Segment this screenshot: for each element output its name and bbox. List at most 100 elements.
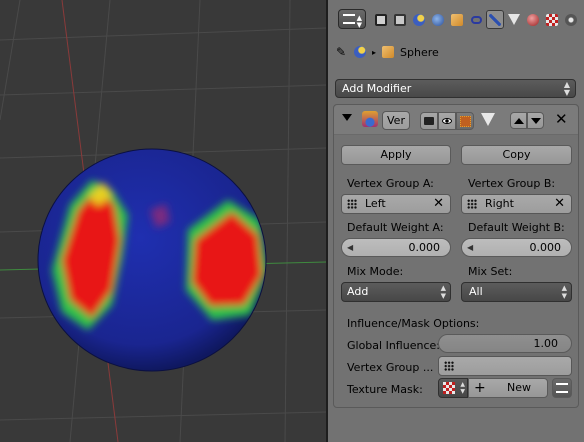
pin-icon[interactable]: ✎ bbox=[336, 46, 348, 58]
editmode-icon bbox=[460, 116, 471, 127]
texture-coords-icon bbox=[556, 383, 568, 393]
properties-header: ▲ ▼ bbox=[328, 0, 584, 38]
mix-mode-value: Add bbox=[347, 285, 369, 298]
constraints-icon bbox=[470, 15, 482, 24]
render-layers-icon bbox=[394, 13, 406, 26]
eye-icon bbox=[442, 118, 452, 124]
world-icon bbox=[432, 13, 444, 26]
global-influence-label: Global Influence: bbox=[347, 339, 440, 352]
copy-label: Copy bbox=[502, 148, 531, 161]
object-icon bbox=[451, 13, 463, 26]
default-weight-a-field[interactable]: ◀ 0.000 bbox=[341, 238, 451, 257]
editmode-toggle-button[interactable] bbox=[456, 112, 474, 130]
scene-icon bbox=[354, 46, 366, 58]
texture-icon bbox=[546, 13, 558, 26]
mix-set-dropdown[interactable]: All ▲ ▼ bbox=[461, 282, 572, 302]
tab-render[interactable] bbox=[372, 10, 390, 29]
3d-viewport[interactable] bbox=[0, 0, 326, 442]
chevron-down-icon: ▲ ▼ bbox=[356, 14, 362, 29]
global-influence-field[interactable]: 1.00 bbox=[438, 334, 572, 353]
default-weight-b-label: Default Weight B: bbox=[468, 221, 565, 234]
new-texture-button[interactable]: + New bbox=[468, 378, 548, 398]
viewport-toggle-button[interactable] bbox=[438, 112, 456, 130]
clear-icon[interactable]: ✕ bbox=[554, 195, 565, 213]
vertex-group-b-field[interactable]: Right ✕ bbox=[461, 194, 572, 214]
default-weight-a-label: Default Weight A: bbox=[347, 221, 444, 234]
render-icon bbox=[375, 13, 387, 26]
context-tabs bbox=[372, 10, 580, 30]
clear-icon[interactable]: ✕ bbox=[433, 195, 444, 213]
properties-editor: ▲ ▼ ✎ ▸ Sphere Add Modifier ▲ ▼ Ver ✕ Ap… bbox=[328, 0, 584, 442]
arrow-up-icon bbox=[514, 118, 524, 124]
object-icon bbox=[382, 46, 395, 58]
vertex-group-b-value: Right bbox=[485, 197, 514, 210]
tab-render-layers[interactable] bbox=[391, 10, 409, 29]
move-up-button[interactable] bbox=[510, 112, 527, 129]
chevron-updown-icon: ▲ ▼ bbox=[561, 284, 567, 300]
vertex-group-icon bbox=[467, 199, 477, 209]
mix-mode-label: Mix Mode: bbox=[347, 265, 404, 278]
texture-coords-button[interactable] bbox=[552, 378, 572, 398]
render-toggle-button[interactable] bbox=[420, 112, 438, 130]
mix-set-label: Mix Set: bbox=[468, 265, 513, 278]
vertex-group-mask-label: Vertex Group ... bbox=[347, 361, 434, 374]
texture-browse-button[interactable]: ▲ ▼ bbox=[438, 378, 468, 398]
tab-material[interactable] bbox=[524, 10, 542, 29]
tab-object-data[interactable] bbox=[505, 10, 523, 29]
tab-constraints[interactable] bbox=[467, 10, 485, 29]
chevron-right-icon: ▸ bbox=[372, 47, 377, 57]
plus-icon: + bbox=[474, 380, 486, 396]
breadcrumb: ✎ ▸ Sphere bbox=[336, 42, 439, 62]
vertex-group-a-field[interactable]: Left ✕ bbox=[341, 194, 451, 214]
new-label: New bbox=[507, 381, 531, 394]
apply-label: Apply bbox=[380, 148, 412, 161]
close-icon[interactable]: ✕ bbox=[555, 110, 568, 128]
arrow-down-icon bbox=[531, 118, 541, 124]
apply-button[interactable]: Apply bbox=[341, 145, 451, 165]
texture-mask-label: Texture Mask: bbox=[347, 383, 423, 396]
modifier-name-field[interactable]: Ver bbox=[382, 111, 410, 130]
tab-object[interactable] bbox=[448, 10, 466, 29]
tab-world[interactable] bbox=[429, 10, 447, 29]
object-data-icon bbox=[508, 14, 520, 25]
global-influence-value: 1.00 bbox=[533, 337, 559, 350]
add-modifier-label: Add Modifier bbox=[342, 82, 412, 95]
vertex-group-icon bbox=[347, 199, 357, 209]
modifier-header: Ver ✕ bbox=[334, 105, 578, 135]
chevron-updown-icon: ▲ ▼ bbox=[563, 80, 570, 97]
chevron-updown-icon: ▲ ▼ bbox=[440, 284, 446, 300]
viewport-scene bbox=[0, 0, 326, 442]
collapse-arrow-icon[interactable] bbox=[342, 114, 352, 121]
cage-icon[interactable] bbox=[481, 113, 495, 126]
tab-modifiers[interactable] bbox=[486, 10, 504, 29]
scene-icon bbox=[413, 13, 425, 26]
editor-type-selector[interactable]: ▲ ▼ bbox=[338, 9, 366, 29]
decrement-arrow-icon[interactable]: ◀ bbox=[347, 239, 353, 256]
vertex-group-a-value: Left bbox=[365, 197, 386, 210]
vertex-group-b-label: Vertex Group B: bbox=[468, 177, 556, 190]
mix-mode-dropdown[interactable]: Add ▲ ▼ bbox=[341, 282, 451, 302]
particles-icon bbox=[565, 13, 577, 26]
decrement-arrow-icon[interactable]: ◀ bbox=[467, 239, 473, 256]
copy-button[interactable]: Copy bbox=[461, 145, 572, 165]
tab-texture[interactable] bbox=[543, 10, 561, 29]
default-weight-b-value: 0.000 bbox=[529, 241, 562, 254]
add-modifier-dropdown[interactable]: Add Modifier ▲ ▼ bbox=[335, 79, 576, 98]
texture-icon bbox=[443, 382, 455, 394]
influence-section-label: Influence/Mask Options: bbox=[347, 317, 480, 330]
vertex-group-a-label: Vertex Group A: bbox=[347, 177, 434, 190]
vertex-group-mask-field[interactable] bbox=[438, 356, 572, 376]
modifier-name: Ver bbox=[387, 114, 405, 127]
object-name: Sphere bbox=[400, 45, 439, 59]
tab-particles[interactable] bbox=[562, 10, 580, 29]
chevron-updown-icon: ▲ ▼ bbox=[460, 381, 465, 395]
mix-set-value: All bbox=[469, 285, 483, 298]
default-weight-b-field[interactable]: ◀ 0.000 bbox=[461, 238, 572, 257]
vertex-group-icon bbox=[444, 361, 454, 371]
material-icon bbox=[527, 13, 539, 26]
default-weight-a-value: 0.000 bbox=[408, 241, 441, 254]
tab-scene[interactable] bbox=[410, 10, 428, 29]
move-down-button[interactable] bbox=[527, 112, 544, 129]
editor-type-icon bbox=[343, 14, 355, 24]
camera-icon bbox=[424, 117, 434, 125]
